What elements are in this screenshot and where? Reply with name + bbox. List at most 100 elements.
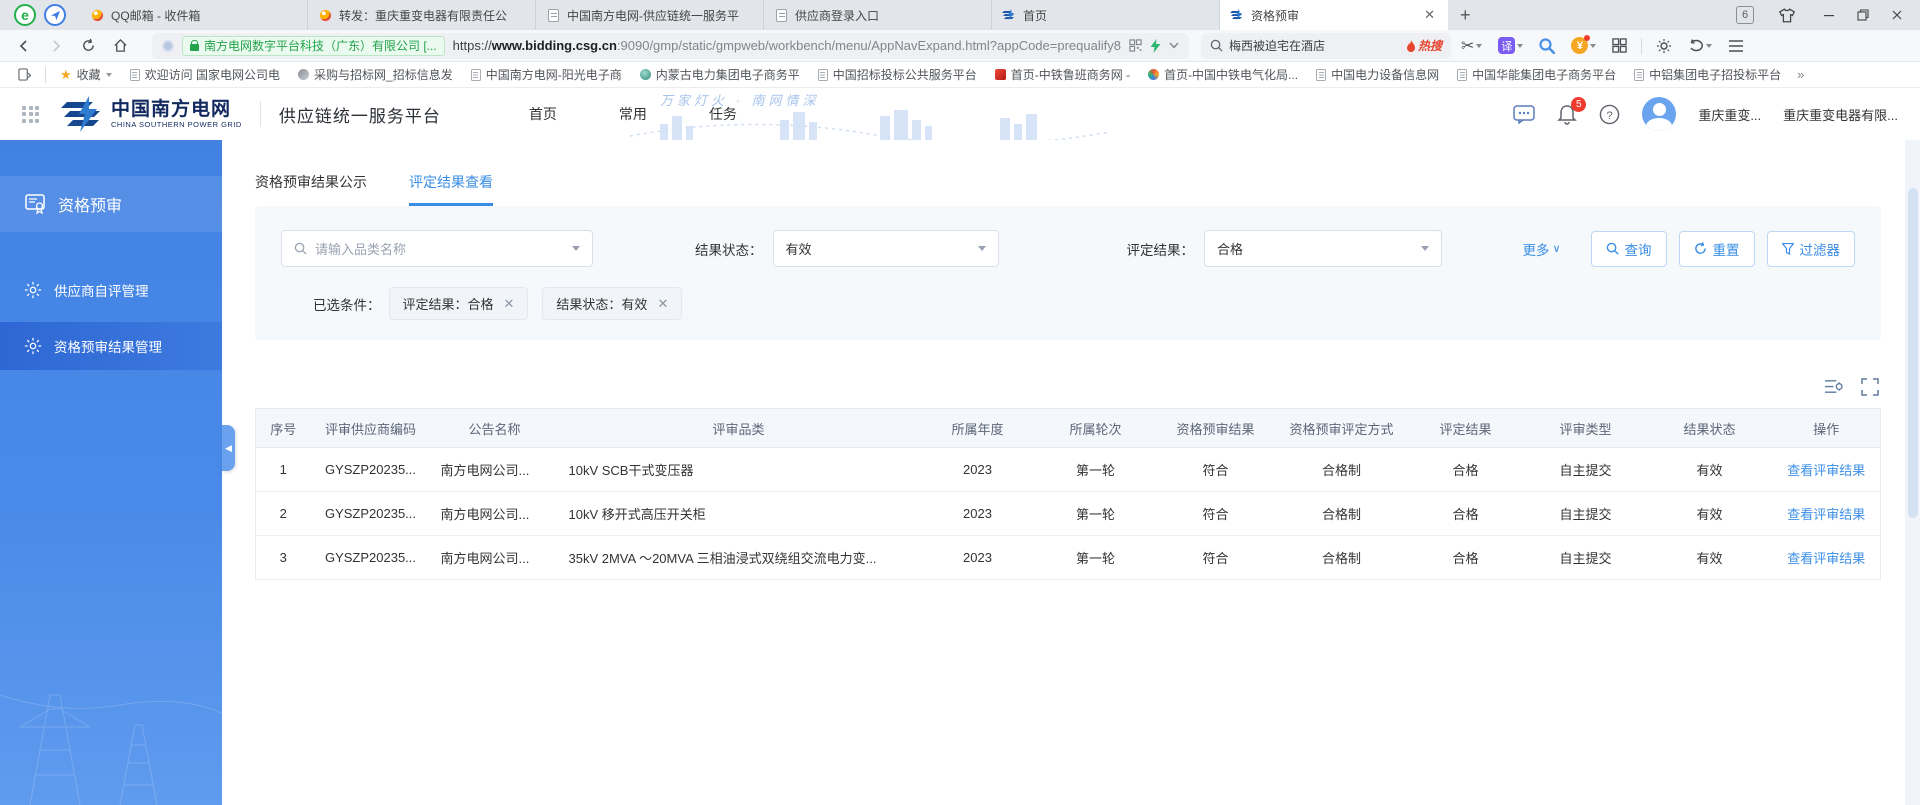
hot-search-badge[interactable]: 热搜 — [1406, 37, 1442, 54]
browser-tab-bar: e QQ邮箱 - 收件箱 转发：重庆重变电器有限责任公 中国南方电网-供应链统一… — [0, 0, 1920, 30]
new-tab-button[interactable]: + — [1448, 5, 1483, 26]
bookmark-item[interactable]: 内蒙古电力集团电子商务平 — [632, 64, 808, 86]
view-review-result-link[interactable]: 查看评审结果 — [1787, 507, 1865, 522]
page-scrollbar[interactable] — [1905, 140, 1920, 805]
sidebar-item-supplier-self-eval[interactable]: 供应商自评管理 — [0, 266, 222, 314]
sidebar: 资格预审 供应商自评管理 资格预审结果管理 — [0, 140, 222, 805]
close-tab-icon[interactable]: ✕ — [1422, 7, 1437, 23]
reader-mode-icon[interactable] — [162, 40, 174, 52]
help-icon[interactable]: ? — [1599, 104, 1620, 125]
back-button[interactable] — [10, 33, 38, 59]
app-nav: 首页 常用 任务 — [529, 104, 737, 124]
query-button[interactable]: 查询 — [1591, 231, 1667, 267]
magnifier-search-icon[interactable] — [1533, 38, 1561, 54]
bookmark-item[interactable]: 中国南方电网-阳光电子商 — [463, 64, 630, 86]
page-icon — [546, 8, 560, 22]
bookmark-item[interactable]: 首页-中铁鲁班商务网 - — [987, 64, 1138, 86]
wallet-icon[interactable]: ¥ — [1565, 37, 1602, 54]
filter-chip-status[interactable]: 结果状态：有效✕ — [542, 287, 682, 320]
close-window-button[interactable] — [1880, 0, 1914, 30]
view-review-result-link[interactable]: 查看评审结果 — [1787, 551, 1865, 566]
bookmark-item[interactable]: 欢迎访问 国家电网公司电 — [122, 64, 288, 86]
speed-mode-icon[interactable] — [44, 4, 66, 26]
refresh-button[interactable] — [74, 33, 102, 59]
tab-supplier-login[interactable]: 供应商登录入口 — [764, 0, 992, 30]
menu-icon[interactable] — [1722, 40, 1750, 52]
sidebar-module-prequalify[interactable]: 资格预审 — [0, 176, 222, 232]
sidebar-item-prequalify-results[interactable]: 资格预审结果管理 — [0, 322, 222, 370]
site-icon — [298, 69, 309, 80]
csg-logo[interactable]: 中国南方电网 CHINA SOUTHERN POWER GRID — [59, 96, 242, 132]
reset-button[interactable]: 重置 — [1679, 231, 1755, 267]
user-company[interactable]: 重庆重变电器有限... — [1783, 105, 1898, 124]
gear-icon — [24, 337, 42, 355]
certificate-icon — [24, 193, 46, 215]
tab-count-badge[interactable]: 6 — [1736, 6, 1754, 24]
restore-button[interactable] — [1846, 0, 1880, 30]
tab-evaluation-result-view[interactable]: 评定结果查看 — [409, 172, 493, 206]
favorites-menu[interactable]: ★收藏 — [52, 64, 120, 86]
nav-tasks[interactable]: 任务 — [709, 104, 737, 124]
bookmark-item[interactable]: 中铝集团电子招投标平台 — [1626, 64, 1789, 86]
translate-icon[interactable]: 译 — [1492, 37, 1529, 54]
theme-skin-icon[interactable] — [1770, 0, 1804, 30]
bookmark-sidebar-icon[interactable] — [10, 64, 39, 86]
extensions-grid-icon[interactable] — [1606, 38, 1633, 53]
address-bar[interactable]: 南方电网数字平台科技（广东）有限公司 [... https://www.bidd… — [152, 33, 1189, 59]
remove-chip-icon[interactable]: ✕ — [504, 296, 515, 312]
day-night-mode-icon[interactable] — [1650, 38, 1678, 54]
bookmark-item[interactable]: 中国电力设备信息网 — [1308, 64, 1447, 86]
platform-name: 供应链统一服务平台 — [279, 102, 441, 127]
sidebar-collapse-handle[interactable]: ◀ — [222, 425, 235, 471]
category-search-select[interactable]: 请输入品类名称 — [281, 230, 593, 267]
security-certificate-chip[interactable]: 南方电网数字平台科技（广东）有限公司 [... — [182, 36, 445, 56]
notification-bell-icon[interactable]: 5 — [1557, 104, 1577, 125]
home-button[interactable] — [106, 33, 134, 59]
more-filters-link[interactable]: 更多∨ — [1522, 239, 1560, 259]
bookmark-item[interactable]: 采购与招标网_招标信息发 — [290, 64, 461, 86]
remove-chip-icon[interactable]: ✕ — [657, 296, 668, 312]
user-name[interactable]: 重庆重变... — [1698, 105, 1761, 124]
address-dropdown-icon[interactable] — [1169, 42, 1179, 49]
filter-chip-result[interactable]: 评定结果：合格✕ — [389, 287, 529, 320]
bookmarks-overflow-chevron[interactable]: » — [1791, 67, 1810, 82]
browser-search-box[interactable]: 梅西被迫宅在酒店 热搜 — [1201, 33, 1451, 59]
search-query[interactable]: 梅西被迫宅在酒店 — [1229, 37, 1400, 54]
site-icon — [1148, 69, 1159, 80]
view-review-result-link[interactable]: 查看评审结果 — [1787, 463, 1865, 478]
speed-bolt-icon[interactable] — [1150, 39, 1161, 53]
tab-qq-mail[interactable]: QQ邮箱 - 收件箱 — [80, 0, 308, 30]
feedback-chat-icon[interactable] — [1513, 105, 1535, 124]
notification-badge: 5 — [1571, 97, 1586, 112]
filter-button[interactable]: 过滤器 — [1767, 231, 1856, 267]
app-grid-menu-icon[interactable] — [22, 106, 39, 123]
qr-code-icon[interactable] — [1129, 39, 1142, 52]
tab-home[interactable]: 首页 — [992, 0, 1220, 30]
browser-logo-icon[interactable]: e — [14, 4, 36, 26]
bookmark-item[interactable]: 中国华能集团电子商务平台 — [1449, 64, 1624, 86]
table-row: 2 GYSZP20235... 南方电网公司... 10kV 移开式高压开关柜 … — [256, 492, 1881, 536]
minimize-button[interactable] — [1812, 0, 1846, 30]
bookmark-item[interactable]: 首页-中国中铁电气化局... — [1140, 64, 1306, 86]
qq-mail-icon — [318, 8, 332, 22]
fullscreen-icon[interactable] — [1861, 378, 1879, 396]
tab-result-publicity[interactable]: 资格预审结果公示 — [255, 172, 367, 206]
page-icon — [1457, 69, 1467, 81]
result-select[interactable]: 合格 — [1204, 230, 1442, 267]
tab-csg-platform[interactable]: 中国南方电网-供应链统一服务平 — [536, 0, 764, 30]
tab-prequalify-active[interactable]: 资格预审 ✕ — [1220, 0, 1448, 30]
screenshot-scissors-icon[interactable]: ✂ — [1455, 36, 1488, 56]
tab-forward-mail[interactable]: 转发：重庆重变电器有限责任公 — [308, 0, 536, 30]
bookmark-item[interactable]: 中国招标投标公共服务平台 — [810, 64, 985, 86]
user-avatar[interactable] — [1642, 97, 1676, 131]
nav-common[interactable]: 常用 — [619, 104, 647, 124]
undo-restore-tab-icon[interactable] — [1682, 39, 1718, 53]
forward-button[interactable] — [42, 33, 70, 59]
nav-home[interactable]: 首页 — [529, 104, 557, 124]
scrollbar-thumb[interactable] — [1908, 188, 1918, 518]
column-settings-icon[interactable] — [1824, 378, 1843, 396]
page-icon — [774, 8, 788, 22]
url-text[interactable]: https://www.bidding.csg.cn:9090/gmp/stat… — [453, 38, 1121, 53]
refresh-icon — [1694, 242, 1707, 255]
status-select[interactable]: 有效 — [773, 230, 999, 267]
